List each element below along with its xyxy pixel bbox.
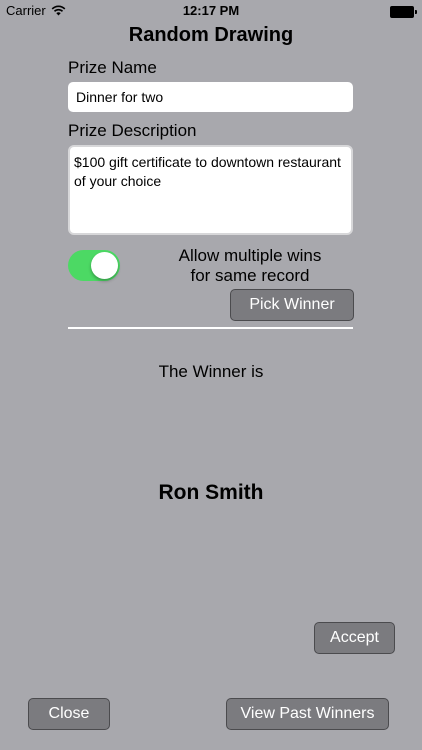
- winner-name: Ron Smith: [158, 481, 264, 504]
- battery-icon: [390, 6, 417, 18]
- allow-multiple-wins-label: Allow multiple wins for same record: [150, 246, 350, 286]
- status-bar: Carrier 12:17 PM: [0, 0, 422, 22]
- prize-name-input[interactable]: Dinner for two: [68, 82, 353, 112]
- toggle-knob: [91, 252, 118, 279]
- page-title: Random Drawing: [128, 24, 294, 46]
- prize-description-label: Prize Description: [68, 121, 197, 140]
- status-time: 12:17 PM: [182, 3, 240, 18]
- allow-multiple-wins-toggle[interactable]: [68, 250, 120, 281]
- prize-name-label: Prize Name: [68, 58, 157, 77]
- accept-button[interactable]: Accept: [314, 622, 395, 654]
- view-past-winners-button[interactable]: View Past Winners: [226, 698, 389, 730]
- divider: [68, 327, 353, 329]
- close-button[interactable]: Close: [28, 698, 110, 730]
- allow-multiple-label-line2: for same record: [190, 266, 310, 285]
- winner-heading: The Winner is: [158, 362, 264, 381]
- prize-description-input[interactable]: $100 gift certificate to downtown restau…: [68, 145, 353, 235]
- allow-multiple-label-line1: Allow multiple wins: [178, 246, 322, 265]
- pick-winner-button[interactable]: Pick Winner: [230, 289, 354, 321]
